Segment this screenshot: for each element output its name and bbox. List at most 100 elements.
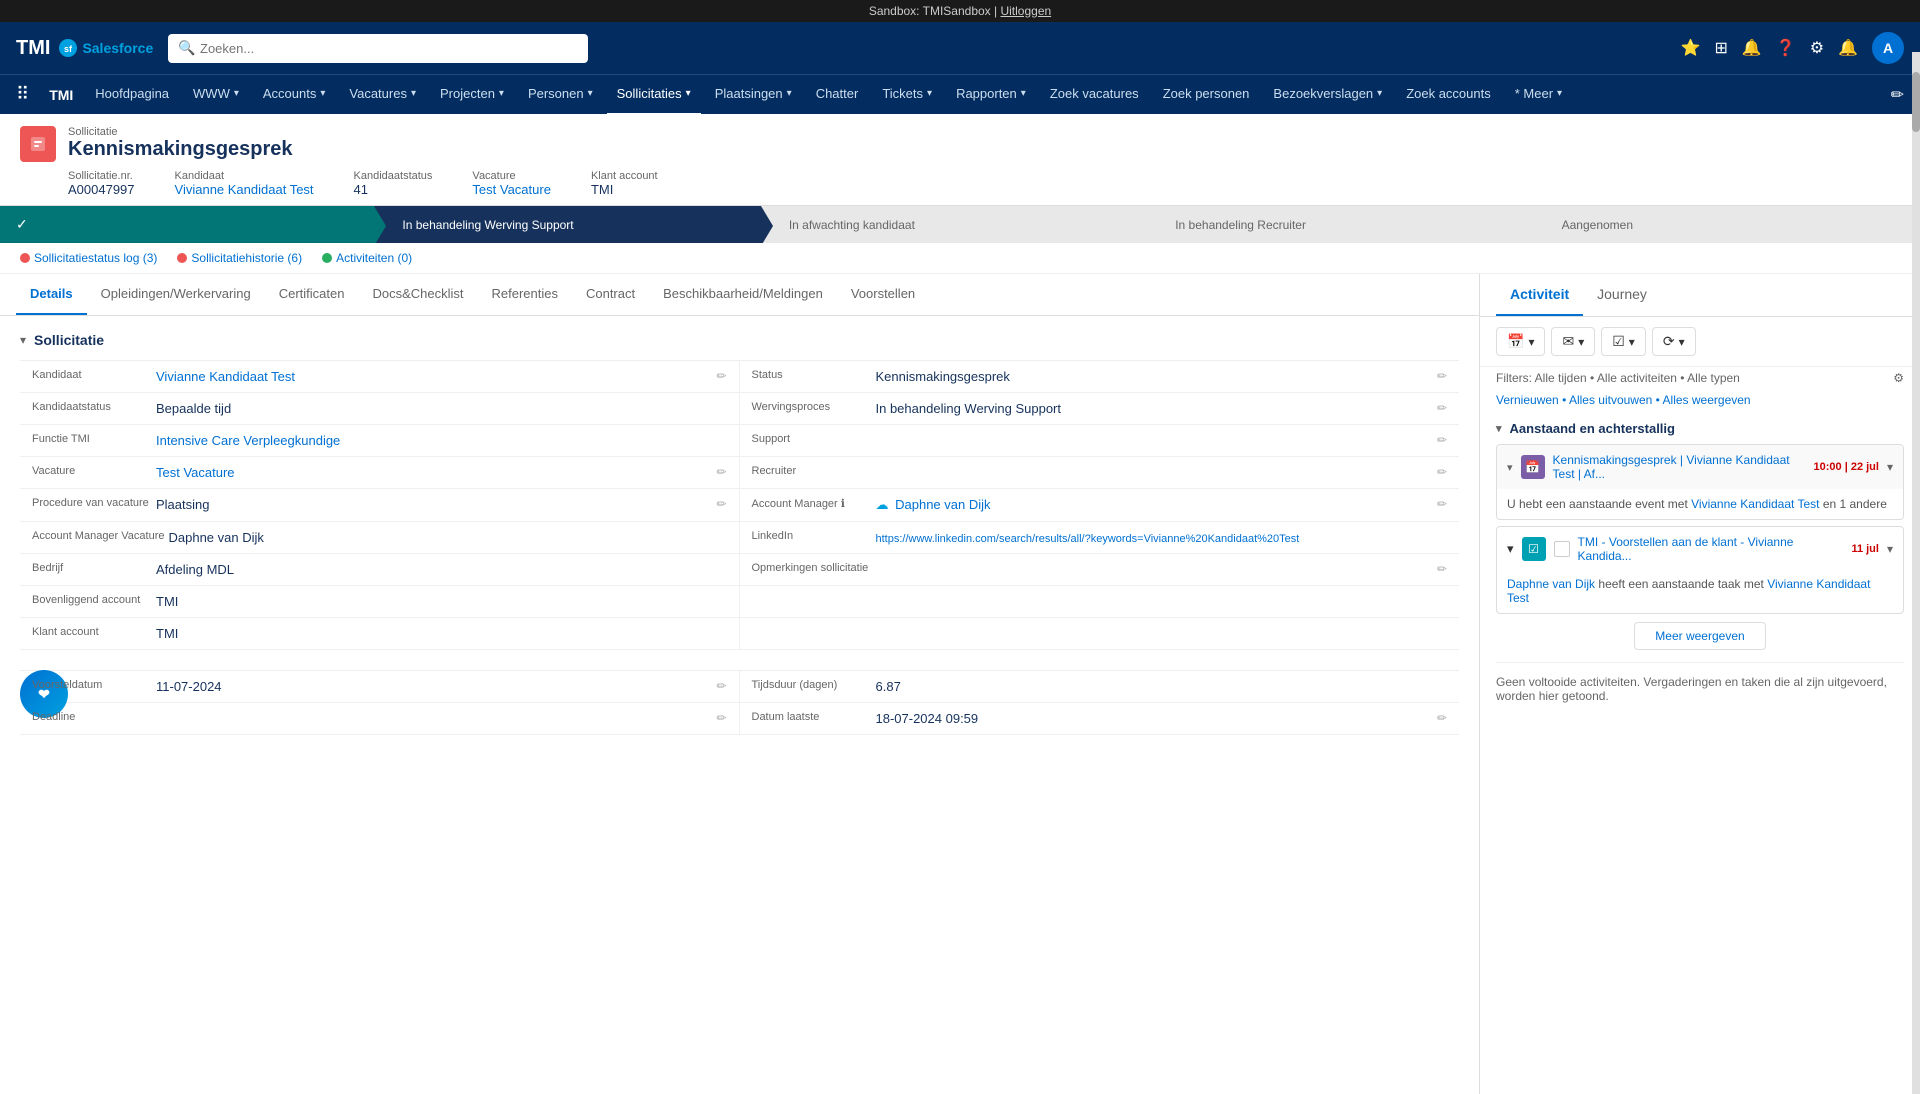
task-item-header[interactable]: ▾ ☑ TMI - Voorstellen aan de klant - Viv…	[1497, 527, 1903, 571]
chevron-down-icon: ▾	[320, 88, 325, 99]
chevron-down-icon: ▾	[1578, 335, 1584, 349]
kandidaat-link[interactable]: Vivianne Kandidaat Test	[175, 182, 314, 197]
app-launcher-icon[interactable]: ⠿	[8, 84, 37, 105]
dropdown-icon[interactable]: ▾	[1887, 460, 1893, 474]
field-label: Wervingsproces	[752, 401, 872, 413]
edit-icon[interactable]: ✏	[1437, 497, 1447, 511]
logout-link[interactable]: Uitloggen	[1000, 4, 1051, 18]
alles-uitvouwen-link[interactable]: Alles uitvouwen	[1569, 393, 1652, 407]
nav-item-sollicitaties[interactable]: Sollicitaties ▾	[607, 75, 701, 115]
tab-voorstellen[interactable]: Voorstellen	[837, 274, 929, 315]
action-btn-task[interactable]: ☑ ▾	[1601, 327, 1646, 356]
author-link[interactable]: Daphne van Dijk	[1507, 577, 1595, 591]
nav-item-zoek-accounts[interactable]: Zoek accounts	[1396, 75, 1501, 115]
pipeline-step-4[interactable]: Aangenomen	[1534, 206, 1920, 243]
nav-item-projecten[interactable]: Projecten ▾	[430, 75, 514, 115]
action-btn-email[interactable]: ✉ ▾	[1551, 327, 1595, 356]
nav-item-zoek-vacatures[interactable]: Zoek vacatures	[1040, 75, 1149, 115]
nav-item-bezoekverslagen[interactable]: Bezoekverslagen ▾	[1263, 75, 1392, 115]
scrollbar-thumb[interactable]	[1912, 72, 1920, 132]
nav-item-chatter[interactable]: Chatter	[806, 75, 869, 115]
scrollbar[interactable]	[1912, 52, 1920, 1094]
help-icon[interactable]: ❓	[1776, 38, 1796, 58]
edit-icon[interactable]: ✏	[1437, 369, 1447, 383]
linkedin-link[interactable]: https://www.linkedin.com/search/results/…	[876, 533, 1300, 545]
user-avatar[interactable]: A	[1872, 32, 1904, 64]
sandbox-text: Sandbox: TMISandbox |	[869, 4, 997, 18]
chevron-down-icon: ▾	[1679, 335, 1685, 349]
tab-activiteit[interactable]: Activiteit	[1496, 274, 1583, 316]
field-label: Klant account	[32, 626, 152, 638]
pipeline-step-2[interactable]: In afwachting kandidaat	[761, 206, 1147, 243]
nav-item-www[interactable]: WWW ▾	[183, 75, 249, 115]
nav-item-vacatures[interactable]: Vacatures ▾	[339, 75, 426, 115]
search-input[interactable]	[168, 34, 588, 63]
edit-icon[interactable]: ✏	[716, 369, 726, 383]
app-logo[interactable]: TMI sf Salesforce	[16, 37, 156, 60]
log-link-status[interactable]: Sollicitatiestatus log (3)	[20, 251, 157, 265]
favorites-icon[interactable]: ⭐	[1681, 38, 1701, 58]
tab-docs[interactable]: Docs&Checklist	[358, 274, 477, 315]
search-bar[interactable]: 🔍	[168, 34, 588, 63]
grid-icon[interactable]: ⊞	[1714, 38, 1727, 58]
alles-weergeven-link[interactable]: Alles weergeven	[1663, 393, 1751, 407]
log-link-activiteiten[interactable]: Activiteiten (0)	[322, 251, 412, 265]
meer-weergeven-button[interactable]: Meer weergeven	[1634, 622, 1765, 650]
edit-icon[interactable]: ✏	[1437, 711, 1447, 725]
activity-item-header[interactable]: ▾ 📅 Kennismakingsgesprek | Vivianne Kand…	[1497, 445, 1903, 489]
action-btn-calendar[interactable]: 📅 ▾	[1496, 327, 1545, 356]
edit-icon[interactable]: ✏	[716, 497, 726, 511]
tab-referenties[interactable]: Referenties	[477, 274, 571, 315]
pipeline-step-1[interactable]: In behandeling Werving Support	[374, 206, 760, 243]
tab-details[interactable]: Details	[16, 274, 87, 315]
nav-item-personen[interactable]: Personen ▾	[518, 75, 603, 115]
nav-item-plaatsingen[interactable]: Plaatsingen ▾	[705, 75, 802, 115]
edit-icon[interactable]: ✏	[716, 465, 726, 479]
app-name: TMI	[16, 37, 50, 60]
tab-contract[interactable]: Contract	[572, 274, 649, 315]
tab-certificaten[interactable]: Certificaten	[265, 274, 359, 315]
activity-group-header[interactable]: ▾ Aanstaand en achterstallig	[1496, 413, 1904, 444]
edit-icon[interactable]: ✏	[1437, 433, 1447, 447]
nav-item-hoofdpagina[interactable]: Hoofdpagina	[85, 75, 179, 115]
edit-icon[interactable]: ✏	[1437, 401, 1447, 415]
edit-icon[interactable]: ✏	[1437, 562, 1447, 576]
edit-icon[interactable]: ✏	[716, 679, 726, 693]
dropdown-icon[interactable]: ▾	[1887, 542, 1893, 556]
nav-edit-icon[interactable]: ✏	[1883, 85, 1912, 105]
setup-icon[interactable]: ⚙	[1810, 38, 1824, 58]
section-header-sollicitatie[interactable]: ▾ Sollicitatie	[20, 332, 1459, 348]
pipeline-step-3[interactable]: In behandeling Recruiter	[1147, 206, 1533, 243]
vacature-link[interactable]: Test Vacature	[472, 182, 551, 197]
nav-item-tickets[interactable]: Tickets ▾	[872, 75, 942, 115]
action-btn-more[interactable]: ⟳ ▾	[1652, 327, 1696, 356]
nav-item-meer[interactable]: * Meer ▾	[1505, 75, 1572, 115]
left-panel: Details Opleidingen/Werkervaring Certifi…	[0, 274, 1480, 1094]
tab-beschikbaarheid[interactable]: Beschikbaarheid/Meldingen	[649, 274, 837, 315]
nav-item-rapporten[interactable]: Rapporten ▾	[946, 75, 1036, 115]
edit-icon[interactable]: ✏	[1437, 465, 1447, 479]
vernieuwen-link[interactable]: Vernieuwen	[1496, 393, 1559, 407]
edit-icon[interactable]: ✏	[716, 711, 726, 725]
bell-icon[interactable]: 🔔	[1742, 38, 1762, 58]
vacature-link[interactable]: Test Vacature	[156, 465, 235, 480]
nav-item-zoek-personen[interactable]: Zoek personen	[1153, 75, 1260, 115]
tab-journey[interactable]: Journey	[1583, 274, 1661, 316]
meta-value: A00047997	[68, 182, 135, 197]
task-checkbox[interactable]	[1554, 541, 1570, 557]
meta-label: Kandidaat	[175, 170, 314, 182]
kandidaat-link[interactable]: Vivianne Kandidaat Test	[156, 369, 295, 384]
kandidaat-link[interactable]: Vivianne Kandidaat Test	[1691, 497, 1819, 511]
tab-opleidingen[interactable]: Opleidingen/Werkervaring	[87, 274, 265, 315]
field-label: Opmerkingen sollicitatie	[752, 562, 872, 574]
account-manager-link[interactable]: Daphne van Dijk	[895, 497, 990, 512]
functie-link[interactable]: Intensive Care Verpleegkundige	[156, 433, 340, 448]
filter-gear-icon[interactable]: ⚙	[1893, 371, 1904, 385]
log-link-historie[interactable]: Sollicitatiehistorie (6)	[177, 251, 302, 265]
nav-home[interactable]: TMI	[41, 87, 81, 103]
notification-icon[interactable]: 🔔	[1838, 38, 1858, 58]
pipeline-step-0[interactable]: ✓	[0, 206, 374, 243]
nav-item-accounts[interactable]: Accounts ▾	[253, 75, 336, 115]
field-col-right: Tijdsduur (dagen) 6.87	[740, 671, 1460, 702]
chevron-down-icon: ▾	[234, 88, 239, 99]
